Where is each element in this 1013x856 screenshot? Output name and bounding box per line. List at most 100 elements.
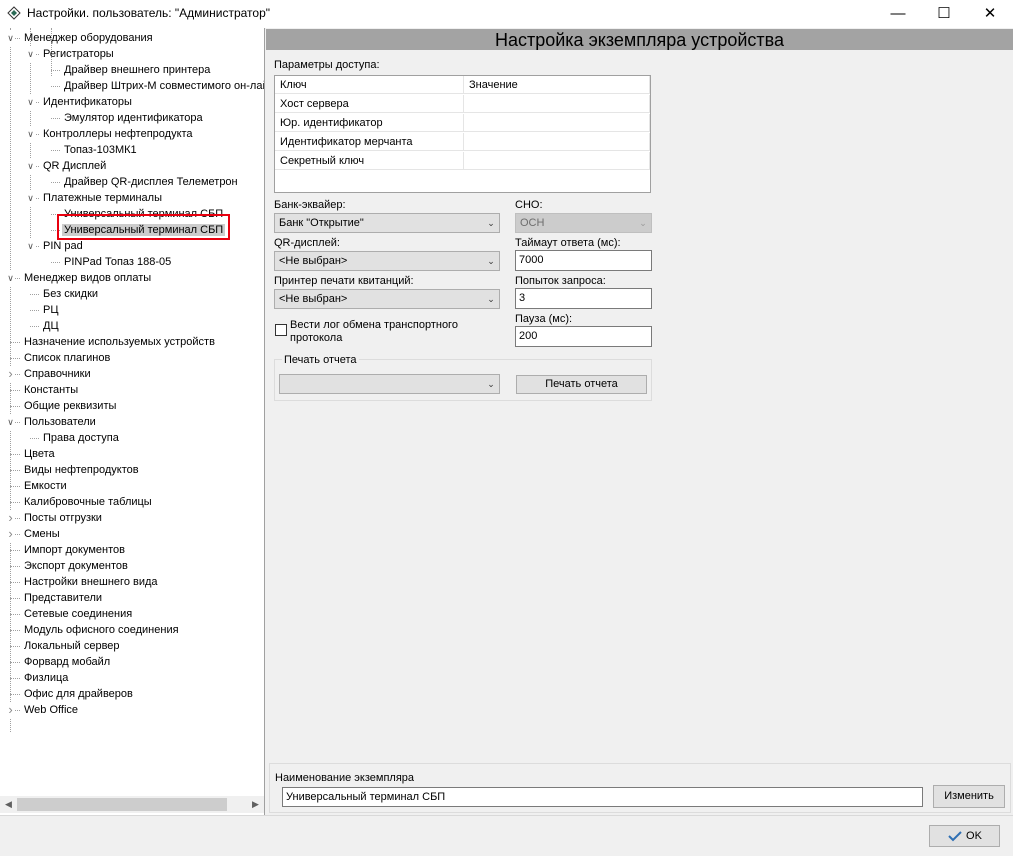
tree-item[interactable]: Посты отгрузки bbox=[22, 510, 104, 526]
table-row[interactable]: Хост сервера bbox=[275, 95, 650, 114]
grid-value-cell[interactable] bbox=[464, 95, 650, 113]
print-report-button[interactable]: Печать отчета bbox=[516, 375, 647, 394]
table-row[interactable]: Секретный ключ bbox=[275, 152, 650, 171]
tree-connector bbox=[10, 566, 20, 567]
chevron-down-icon[interactable]: ∨ bbox=[26, 46, 35, 62]
tree-item-label: Драйвер внешнего принтера bbox=[64, 64, 211, 76]
rename-button[interactable]: Изменить bbox=[933, 785, 1005, 808]
ok-button[interactable]: OK bbox=[929, 825, 1000, 847]
tree-connector bbox=[51, 118, 60, 119]
tree-item[interactable]: Форвард мобайл bbox=[22, 654, 112, 670]
tree-item[interactable]: Без скидки bbox=[41, 286, 100, 302]
tree-item[interactable]: Импорт документов bbox=[22, 542, 127, 558]
tree-item[interactable]: Модуль офисного соединения bbox=[22, 622, 181, 638]
tree-item[interactable]: Контроллеры нефтепродукта bbox=[41, 126, 195, 142]
tree-item[interactable]: Драйвер Штрих-М совместимого он-лай bbox=[62, 78, 264, 94]
pause-input[interactable]: 200 bbox=[515, 326, 652, 347]
tree-item[interactable]: Цвета bbox=[22, 446, 57, 462]
app-icon bbox=[7, 6, 21, 20]
tree-item[interactable]: Менеджер оборудования bbox=[22, 30, 155, 46]
qr-display-select-value: <Не выбран> bbox=[279, 255, 348, 267]
tree-item-label: Платежные терминалы bbox=[43, 192, 162, 204]
tree-item[interactable]: Калибровочные таблицы bbox=[22, 494, 154, 510]
tree-horizontal-scrollbar[interactable]: ◀ ▶ bbox=[0, 796, 264, 813]
receipt-printer-label: Принтер печати квитанций: bbox=[274, 275, 414, 287]
tree-item[interactable]: PIN pad bbox=[41, 238, 85, 254]
tree-item[interactable]: Настройки внешнего вида bbox=[22, 574, 160, 590]
bank-select[interactable]: Банк "Открытие" ⌄ bbox=[274, 213, 500, 233]
chevron-right-icon[interactable]: › bbox=[6, 366, 15, 382]
tree-item[interactable]: Идентификаторы bbox=[41, 94, 134, 110]
tree-item[interactable]: QR Дисплей bbox=[41, 158, 108, 174]
receipt-printer-select[interactable]: <Не выбран> ⌄ bbox=[274, 289, 500, 309]
table-row[interactable]: Юр. идентификатор bbox=[275, 114, 650, 133]
tree-connector bbox=[51, 262, 60, 263]
chevron-down-icon[interactable]: ∨ bbox=[26, 126, 35, 142]
report-select[interactable]: ⌄ bbox=[279, 374, 500, 394]
access-params-grid[interactable]: Ключ Значение Хост сервера Юр. идентифик… bbox=[274, 75, 651, 193]
chevron-right-icon[interactable]: › bbox=[6, 702, 15, 718]
scroll-left-icon[interactable]: ◀ bbox=[0, 796, 17, 813]
maximize-button[interactable]: ☐ bbox=[921, 0, 967, 28]
timeout-input[interactable]: 7000 bbox=[515, 250, 652, 271]
table-row[interactable]: Идентификатор мерчанта bbox=[275, 133, 650, 152]
tree-item[interactable]: Виды нефтепродуктов bbox=[22, 462, 141, 478]
highlight-box bbox=[57, 214, 230, 240]
instance-name-label: Наименование экземпляра bbox=[275, 772, 415, 784]
log-checkbox[interactable] bbox=[275, 324, 287, 336]
tree-item[interactable]: Менеджер видов оплаты bbox=[22, 270, 153, 286]
scroll-thumb[interactable] bbox=[17, 798, 227, 811]
chevron-right-icon[interactable]: › bbox=[6, 510, 15, 526]
chevron-down-icon[interactable]: ∨ bbox=[26, 158, 35, 174]
grid-header-key[interactable]: Ключ bbox=[275, 76, 464, 94]
tree-item[interactable]: Драйвер QR-дисплея Телеметрон bbox=[62, 174, 240, 190]
tree-item[interactable]: Права доступа bbox=[41, 430, 121, 446]
grid-value-cell[interactable] bbox=[464, 133, 650, 151]
tree-item[interactable]: Локальный сервер bbox=[22, 638, 122, 654]
chevron-down-icon[interactable]: ∨ bbox=[26, 238, 35, 254]
grid-value-cell[interactable] bbox=[464, 114, 650, 132]
tree-item[interactable]: Web Office bbox=[22, 702, 80, 718]
tree-item[interactable]: Представители bbox=[22, 590, 104, 606]
tree-item[interactable]: Сетевые соединения bbox=[22, 606, 134, 622]
tree-item[interactable]: Регистраторы bbox=[41, 46, 116, 62]
tree-item[interactable]: Список плагинов bbox=[22, 350, 112, 366]
qr-display-select[interactable]: <Не выбран> ⌄ bbox=[274, 251, 500, 271]
chevron-down-icon[interactable]: ∨ bbox=[26, 190, 35, 206]
sno-select: ОСН ⌄ bbox=[515, 213, 652, 233]
chevron-down-icon[interactable]: ∨ bbox=[6, 270, 15, 286]
tree-item[interactable]: Физлица bbox=[22, 670, 70, 686]
tree-item[interactable]: Экспорт документов bbox=[22, 558, 130, 574]
tree-item[interactable]: PINPad Топаз 188-05 bbox=[62, 254, 173, 270]
tree-item[interactable]: Смены bbox=[22, 526, 62, 542]
tree-item[interactable]: ДЦ bbox=[41, 318, 61, 334]
close-button[interactable]: ✕ bbox=[967, 0, 1013, 28]
tree-item[interactable]: Справочники bbox=[22, 366, 93, 382]
grid-header-value[interactable]: Значение bbox=[464, 76, 650, 94]
chevron-down-icon[interactable]: ∨ bbox=[6, 30, 15, 46]
settings-tree[interactable]: Менеджер оборудования ∨ Регистраторы ∨ Драйв… bbox=[0, 28, 265, 815]
attempts-input[interactable]: 3 bbox=[515, 288, 652, 309]
tree-item[interactable]: Офис для драйверов bbox=[22, 686, 135, 702]
scroll-right-icon[interactable]: ▶ bbox=[247, 796, 264, 813]
tree-item[interactable]: Общие реквизиты bbox=[22, 398, 118, 414]
tree-item-label: Форвард мобайл bbox=[24, 656, 111, 668]
tree-item[interactable]: Пользователи bbox=[22, 414, 98, 430]
tree-item[interactable]: Константы bbox=[22, 382, 80, 398]
chevron-down-icon[interactable]: ∨ bbox=[6, 414, 15, 430]
tree-item[interactable]: Драйвер внешнего принтера bbox=[62, 62, 212, 78]
tree-connector bbox=[10, 486, 20, 487]
chevron-down-icon[interactable]: ∨ bbox=[26, 94, 35, 110]
grid-value-cell[interactable] bbox=[464, 152, 650, 170]
tree-item[interactable]: Емкости bbox=[22, 478, 69, 494]
instance-name-input[interactable]: Универсальный терминал СБП bbox=[282, 787, 923, 807]
chevron-right-icon[interactable]: › bbox=[6, 526, 15, 542]
tree-connector bbox=[30, 326, 39, 327]
tree-item-label: Смены bbox=[24, 528, 60, 540]
tree-item[interactable]: Назначение используемых устройств bbox=[22, 334, 217, 350]
tree-item[interactable]: Топаз-103МК1 bbox=[62, 142, 139, 158]
minimize-button[interactable]: — bbox=[875, 0, 921, 28]
tree-item[interactable]: Эмулятор идентификатора bbox=[62, 110, 205, 126]
tree-item[interactable]: РЦ bbox=[41, 302, 60, 318]
tree-item[interactable]: Платежные терминалы bbox=[41, 190, 164, 206]
